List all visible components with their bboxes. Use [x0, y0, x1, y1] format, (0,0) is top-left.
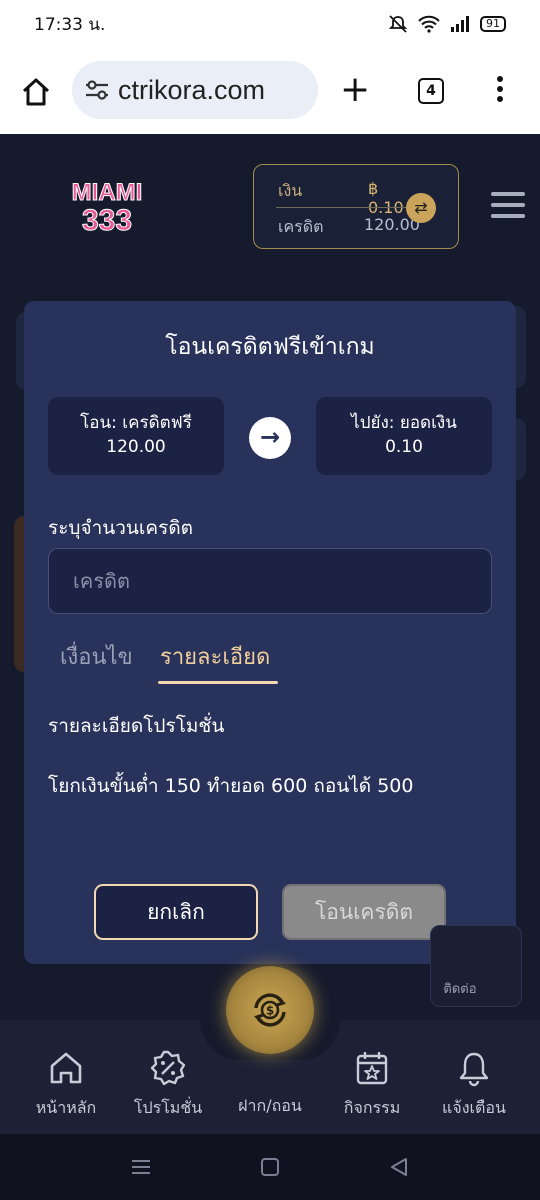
- browser-toolbar: ctrikora.com + 4: [0, 48, 540, 134]
- active-tab-indicator: [158, 681, 278, 684]
- mute-icon: [388, 15, 408, 33]
- tab-conditions[interactable]: เงื่อนไข: [60, 639, 133, 674]
- back-icon[interactable]: [388, 1156, 410, 1178]
- to-box: ไปยัง: ยอดเงิน 0.10: [316, 397, 492, 475]
- recent-apps-icon[interactable]: [130, 1156, 152, 1178]
- nav-label-activities: กิจกรรม: [343, 1098, 401, 1117]
- coin-exchange-icon: $: [254, 993, 286, 1027]
- money-value: ฿ 0.10: [368, 179, 404, 217]
- promo-text: โยกเงินขั้นต่ำ 150 ทำยอด 600 ถอนได้ 500: [48, 775, 414, 797]
- money-row: เงิน ฿ 0.10: [278, 179, 404, 217]
- transfer-credit-modal: โอนเครดิตฟรีเข้าเกม โอน: เครดิตฟรี 120.0…: [24, 301, 516, 964]
- to-value: 0.10: [385, 437, 423, 457]
- status-time: 17:33 น.: [34, 14, 106, 35]
- home-icon: [50, 1052, 82, 1084]
- to-label: ไปยัง: ยอดเงิน: [351, 413, 457, 433]
- home-icon[interactable]: [20, 76, 52, 108]
- nav-label-notifications: แจ้งเตือน: [442, 1098, 506, 1117]
- wallet-divider: [276, 207, 406, 208]
- site-settings-icon[interactable]: [84, 79, 110, 101]
- contact-label: ติดต่อ: [443, 982, 477, 997]
- svg-text:$: $: [266, 1004, 274, 1018]
- tab-details[interactable]: รายละเอียด: [160, 639, 270, 674]
- calendar-star-icon: [356, 1052, 388, 1085]
- cancel-button[interactable]: ยกเลิก: [94, 884, 258, 940]
- more-menu-icon[interactable]: [497, 76, 509, 106]
- from-label: โอน: เครดิตฟรี: [80, 413, 192, 433]
- tab-switcher-button[interactable]: 4: [418, 78, 444, 104]
- credit-row: เครดิต 120.00: [278, 215, 420, 240]
- arrow-right-icon: →: [249, 417, 291, 459]
- wifi-icon: [418, 15, 440, 33]
- url-bar[interactable]: ctrikora.com: [72, 61, 318, 119]
- svg-text:333: 333: [82, 204, 132, 237]
- swap-icon[interactable]: ⇄: [406, 193, 436, 223]
- percent-badge-icon: [150, 1050, 186, 1086]
- new-tab-icon[interactable]: +: [340, 72, 370, 108]
- nav-label-deposit-withdraw: ฝาก/ถอน: [238, 1096, 302, 1115]
- signal-icon: [451, 16, 469, 32]
- bell-icon: [459, 1052, 489, 1087]
- promo-title: รายละเอียดโปรโมชั่น: [48, 715, 225, 737]
- credit-label: เครดิต: [278, 217, 324, 236]
- contact-button[interactable]: ติดต่อ: [430, 925, 522, 1007]
- credit-amount-input[interactable]: [48, 548, 492, 614]
- site-logo[interactable]: MIAMI 333: [58, 172, 156, 240]
- from-value: 120.00: [106, 437, 166, 457]
- home-button-icon[interactable]: [259, 1156, 281, 1178]
- nav-item-home[interactable]: หน้าหลัก: [16, 1048, 116, 1121]
- from-box: โอน: เครดิตฟรี 120.00: [48, 397, 224, 475]
- nav-label-promotions: โปรโมชั่น: [133, 1098, 203, 1117]
- site-header: MIAMI 333 เงิน ฿ 0.10 เครดิต 120.00 ⇄: [0, 134, 540, 284]
- status-bar: 17:33 น. 91: [0, 0, 540, 48]
- deposit-withdraw-coin-button[interactable]: $: [226, 966, 314, 1054]
- battery-icon: 91: [480, 16, 506, 32]
- nav-item-activities[interactable]: กิจกรรม: [322, 1048, 422, 1121]
- nav-item-notifications[interactable]: แจ้งเตือน: [424, 1048, 524, 1121]
- wallet-box: เงิน ฿ 0.10 เครดิต 120.00 ⇄: [253, 164, 459, 249]
- svg-text:MIAMI: MIAMI: [72, 179, 143, 206]
- amount-label: ระบุจำนวนเครดิต: [48, 517, 194, 539]
- transfer-credit-button[interactable]: โอนเครดิต: [282, 884, 446, 940]
- status-icons: 91: [388, 14, 506, 34]
- nav-item-deposit-withdraw[interactable]: ฝาก/ถอน: [220, 1094, 320, 1119]
- hamburger-menu-icon[interactable]: [491, 192, 525, 225]
- money-label: เงิน: [278, 181, 303, 200]
- system-nav-bar: [0, 1134, 540, 1200]
- nav-item-promotions[interactable]: โปรโมชั่น: [118, 1048, 218, 1121]
- modal-title: โอนเครดิตฟรีเข้าเกม: [165, 334, 375, 360]
- url-text: ctrikora.com: [118, 74, 266, 105]
- nav-label-home: หน้าหลัก: [35, 1098, 97, 1117]
